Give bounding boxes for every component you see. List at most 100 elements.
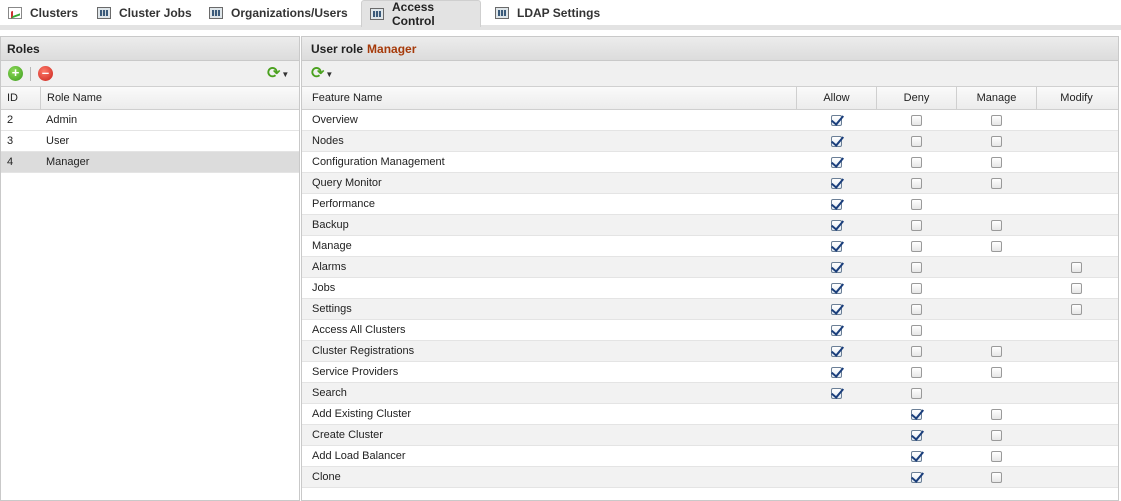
deny-checkbox[interactable] <box>910 366 922 378</box>
empty-slot <box>1071 472 1082 483</box>
manage-checkbox[interactable] <box>990 345 1002 357</box>
deny-checkbox[interactable] <box>910 282 922 294</box>
allow-cell <box>796 194 876 214</box>
deny-checkbox[interactable] <box>910 261 922 273</box>
allow-checkbox[interactable] <box>830 324 842 336</box>
modify-checkbox[interactable] <box>1070 261 1082 273</box>
roles-panel: Roles + – ⟳ ▼ ID Role Name 2 Admin 3 User 4 M… <box>0 36 300 501</box>
allow-checkbox[interactable] <box>830 345 842 357</box>
empty-slot <box>1071 136 1082 147</box>
allow-checkbox[interactable] <box>830 177 842 189</box>
modify-cell <box>1036 299 1116 319</box>
allow-checkbox[interactable] <box>830 303 842 315</box>
remove-role-button[interactable]: – <box>38 66 53 81</box>
tab-cluster-jobs[interactable]: Cluster Jobs <box>89 0 199 26</box>
allow-checkbox[interactable] <box>830 282 842 294</box>
refresh-permissions-button[interactable]: ⟳ ▼ <box>311 65 337 83</box>
manage-cell <box>956 110 1036 130</box>
allow-checkbox[interactable] <box>830 387 842 399</box>
tab-organizations-users[interactable]: Organizations/Users <box>201 0 359 26</box>
deny-checkbox[interactable] <box>910 198 922 210</box>
table-row[interactable]: 2 Admin <box>1 110 299 131</box>
table-row[interactable]: 4 Manager <box>1 152 299 173</box>
manage-cell <box>956 215 1036 235</box>
column-header-feature-name[interactable]: Feature Name <box>302 87 796 109</box>
allow-checkbox[interactable] <box>830 156 842 168</box>
allow-cell <box>796 341 876 361</box>
manage-checkbox[interactable] <box>990 408 1002 420</box>
manage-checkbox[interactable] <box>990 429 1002 441</box>
modify-checkbox[interactable] <box>1070 282 1082 294</box>
manage-checkbox[interactable] <box>990 366 1002 378</box>
add-role-button[interactable]: + <box>8 66 23 81</box>
modify-cell <box>1036 173 1116 193</box>
roles-toolbar: + – ⟳ ▼ <box>1 61 299 87</box>
manage-cell <box>956 467 1036 487</box>
table-row: Create Cluster <box>302 425 1118 446</box>
allow-checkbox[interactable] <box>830 198 842 210</box>
allow-checkbox[interactable] <box>830 114 842 126</box>
manage-checkbox[interactable] <box>990 240 1002 252</box>
allow-cell <box>796 425 876 445</box>
column-header-deny[interactable]: Deny <box>876 87 956 109</box>
deny-checkbox[interactable] <box>910 429 922 441</box>
tab-clusters[interactable]: Clusters <box>0 0 88 26</box>
deny-checkbox[interactable] <box>910 303 922 315</box>
modify-cell <box>1036 236 1116 256</box>
empty-slot <box>831 451 842 462</box>
chevron-down-icon: ▼ <box>325 69 334 79</box>
manage-checkbox[interactable] <box>990 156 1002 168</box>
empty-slot <box>1071 157 1082 168</box>
empty-slot <box>991 325 1002 336</box>
deny-checkbox[interactable] <box>910 135 922 147</box>
manage-checkbox[interactable] <box>990 471 1002 483</box>
table-row: Configuration Management <box>302 152 1118 173</box>
deny-checkbox[interactable] <box>910 387 922 399</box>
modify-checkbox[interactable] <box>1070 303 1082 315</box>
manage-cell <box>956 320 1036 340</box>
manage-checkbox[interactable] <box>990 450 1002 462</box>
refresh-roles-button[interactable]: ⟳ ▼ <box>267 65 293 83</box>
role-name: Manager <box>46 156 90 168</box>
modify-cell <box>1036 383 1116 403</box>
column-header-id[interactable]: ID <box>1 87 40 109</box>
column-header-allow[interactable]: Allow <box>796 87 876 109</box>
deny-checkbox[interactable] <box>910 324 922 336</box>
allow-checkbox[interactable] <box>830 261 842 273</box>
column-header-modify[interactable]: Modify <box>1036 87 1116 109</box>
deny-checkbox[interactable] <box>910 450 922 462</box>
deny-checkbox[interactable] <box>910 156 922 168</box>
deny-checkbox[interactable] <box>910 114 922 126</box>
deny-checkbox[interactable] <box>910 408 922 420</box>
table-row[interactable]: 3 User <box>1 131 299 152</box>
manage-checkbox[interactable] <box>990 135 1002 147</box>
empty-slot <box>1071 451 1082 462</box>
manage-checkbox[interactable] <box>990 219 1002 231</box>
allow-cell <box>796 173 876 193</box>
manage-checkbox[interactable] <box>990 177 1002 189</box>
tab-ldap-settings[interactable]: LDAP Settings <box>487 0 607 26</box>
table-row: Nodes <box>302 131 1118 152</box>
deny-checkbox[interactable] <box>910 240 922 252</box>
deny-checkbox[interactable] <box>910 345 922 357</box>
modify-cell <box>1036 194 1116 214</box>
allow-checkbox[interactable] <box>830 219 842 231</box>
table-row: Manage <box>302 236 1118 257</box>
deny-checkbox[interactable] <box>910 471 922 483</box>
minus-icon: – <box>41 65 50 80</box>
grid-icon <box>370 8 384 20</box>
column-header-role-name[interactable]: Role Name <box>40 87 299 109</box>
allow-checkbox[interactable] <box>830 240 842 252</box>
empty-slot <box>1071 115 1082 126</box>
empty-slot <box>991 388 1002 399</box>
tab-access-control[interactable]: Access Control <box>361 0 481 28</box>
manage-checkbox[interactable] <box>990 114 1002 126</box>
empty-slot <box>991 283 1002 294</box>
deny-cell <box>876 278 956 298</box>
deny-checkbox[interactable] <box>910 219 922 231</box>
column-header-manage[interactable]: Manage <box>956 87 1036 109</box>
deny-checkbox[interactable] <box>910 177 922 189</box>
tab-label: Clusters <box>30 6 79 20</box>
allow-checkbox[interactable] <box>830 366 842 378</box>
allow-checkbox[interactable] <box>830 135 842 147</box>
